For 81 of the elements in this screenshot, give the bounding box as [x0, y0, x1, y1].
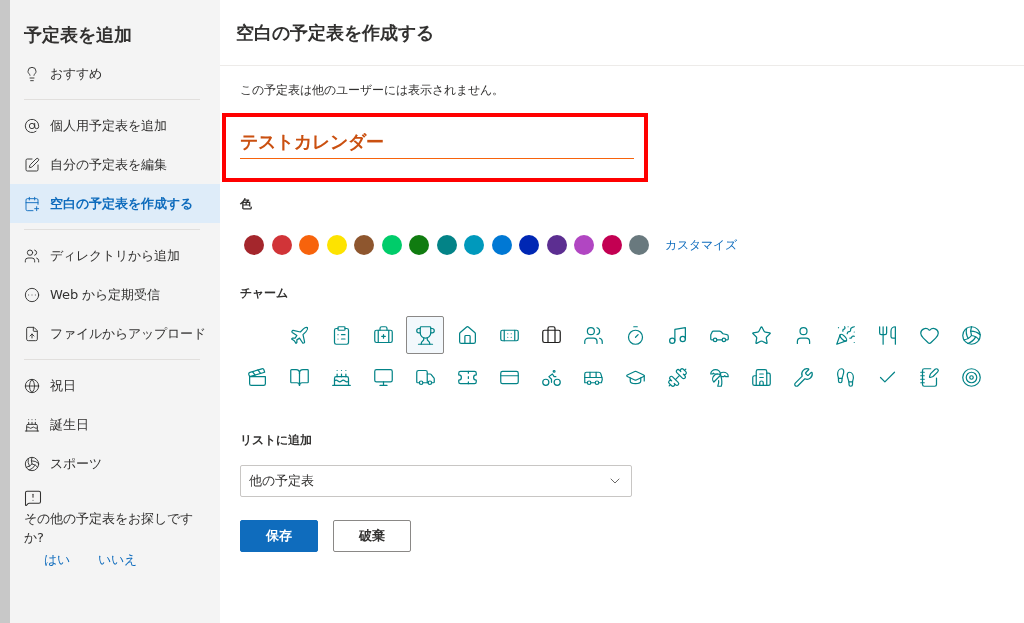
- color-swatch[interactable]: [244, 235, 264, 255]
- sidebar-item-label: 祝日: [50, 376, 76, 395]
- sidebar-item[interactable]: 個人用予定表を追加: [10, 106, 220, 145]
- sidebar-item[interactable]: 自分の予定表を編集: [10, 145, 220, 184]
- color-swatch[interactable]: [574, 235, 594, 255]
- sidebar-item-label: ディレクトリから追加: [50, 246, 180, 265]
- people-icon: [24, 247, 40, 264]
- color-swatch[interactable]: [271, 235, 292, 255]
- sidebar-item-label: ファイルからアップロード: [50, 324, 206, 343]
- clapperboard-icon: [246, 366, 268, 388]
- building-icon: [750, 366, 772, 388]
- ball-icon: [960, 324, 982, 346]
- charm-label: チャーム: [240, 285, 289, 302]
- wrench-icon: [792, 366, 814, 388]
- list-dropdown[interactable]: 他の予定表: [240, 465, 632, 497]
- color-swatch[interactable]: [519, 235, 539, 255]
- target-icon: [960, 366, 982, 388]
- sidebar-item-label: 自分の予定表を編集: [50, 155, 167, 174]
- color-swatch[interactable]: [601, 235, 622, 255]
- color-swatch[interactable]: [464, 235, 484, 255]
- sidebar-item-label: 個人用予定表を追加: [50, 116, 167, 135]
- party-icon: [834, 324, 856, 346]
- ball-icon: [24, 455, 40, 472]
- cake-icon: [24, 416, 40, 433]
- sidebar-item[interactable]: おすすめ: [10, 54, 220, 93]
- color-swatch[interactable]: [409, 235, 429, 255]
- color-swatch[interactable]: [629, 235, 649, 255]
- globe-icon: [24, 377, 40, 394]
- sidebar-item[interactable]: 祝日: [10, 366, 220, 405]
- notebook-icon: [918, 366, 940, 388]
- color-swatch[interactable]: [381, 235, 402, 255]
- color-swatch[interactable]: [491, 235, 512, 255]
- feedback-icon: [24, 489, 42, 507]
- at-sign-icon: [24, 117, 40, 134]
- footprints-icon: [834, 366, 856, 388]
- save-button[interactable]: 保存: [240, 520, 318, 552]
- sidebar-item-label: スポーツ: [50, 454, 102, 473]
- music-note-icon: [666, 324, 688, 346]
- feedback-question: その他の予定表をお探しですか?: [24, 510, 194, 547]
- color-label: 色: [240, 196, 253, 213]
- utensils-icon: [876, 324, 898, 346]
- sidebar-item-label: おすすめ: [50, 64, 102, 83]
- color-swatch[interactable]: [326, 235, 347, 255]
- sidebar-item[interactable]: 誕生日: [10, 405, 220, 444]
- sidebar-item[interactable]: ディレクトリから追加: [10, 236, 220, 275]
- panel-title: 空白の予定表を作成する: [236, 20, 434, 45]
- color-swatch[interactable]: [354, 235, 374, 255]
- edit-icon: [24, 156, 40, 173]
- plane-icon: [288, 324, 310, 346]
- answer-link[interactable]: いいえ: [98, 551, 137, 569]
- sidebar-item-label: 空白の予定表を作成する: [50, 194, 193, 213]
- house-icon: [456, 324, 478, 346]
- customize-link[interactable]: カスタマイズ: [664, 236, 737, 254]
- file-upload-icon: [24, 325, 40, 342]
- briefcase-icon: [540, 324, 562, 346]
- discard-button[interactable]: 破棄: [333, 520, 411, 552]
- sidebar-item-label: 誕生日: [50, 415, 89, 434]
- ellipsis-icon: [24, 286, 40, 303]
- calendar-icon: [24, 195, 40, 212]
- calendar-name-field[interactable]: テストカレンダー: [240, 129, 634, 159]
- dumbbell-icon: [666, 366, 688, 388]
- color-swatch[interactable]: [299, 235, 319, 255]
- answer-link[interactable]: はい: [44, 551, 70, 569]
- color-swatch[interactable]: [546, 235, 567, 255]
- people-icon: [582, 324, 604, 346]
- privacy-note: この予定表は他のユーザーには表示されません。: [240, 82, 505, 99]
- book-icon: [288, 366, 310, 388]
- lightbulb-icon: [24, 65, 40, 82]
- sidebar-item[interactable]: 空白の予定表を作成する: [10, 184, 220, 223]
- sidebar-item-label: Web から定期受信: [50, 285, 161, 304]
- sidebar-item[interactable]: スポーツ: [10, 444, 220, 483]
- trophy-icon: [414, 324, 436, 346]
- star-icon: [750, 324, 772, 346]
- medical-kit-icon: [372, 324, 394, 346]
- monitor-icon: [372, 366, 394, 388]
- color-swatch[interactable]: [436, 235, 457, 255]
- sidebar-item[interactable]: ファイルからアップロード: [10, 314, 220, 353]
- palm-tree-icon: [708, 366, 730, 388]
- sidebar-item[interactable]: Web から定期受信: [10, 275, 220, 314]
- sidebar-title: 予定表を追加: [23, 23, 133, 47]
- list-label: リストに追加: [240, 432, 313, 449]
